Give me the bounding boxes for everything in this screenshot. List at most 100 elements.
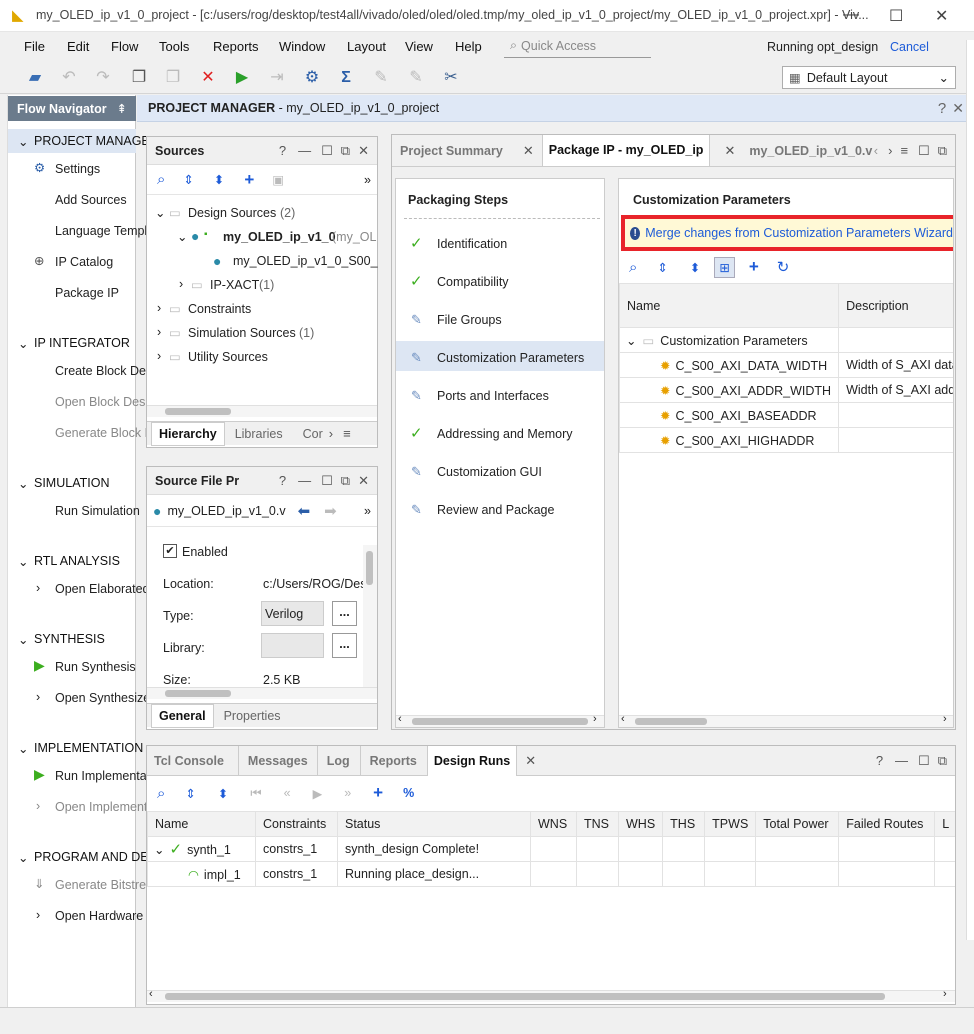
tree-simulation-sources[interactable]: Simulation Sources [188,326,296,340]
tab-log[interactable]: Log [327,754,350,768]
chevron-right-icon[interactable]: › [157,325,161,339]
play-icon[interactable]: ▶ [313,786,323,801]
add-icon[interactable]: + [244,170,254,190]
tab-properties[interactable]: Properties [224,709,281,723]
nav-collapse-icon[interactable]: ⌄ [18,134,28,149]
tab-package-ip[interactable]: Package IP - my_OLED_ip [541,135,711,166]
chevron-left-icon[interactable]: ‹ [149,988,153,1000]
percent-icon[interactable]: % [403,786,414,800]
help-icon[interactable]: ? [938,100,946,117]
add-icon[interactable]: + [373,783,383,803]
step-file-groups[interactable]: File Groups [437,313,502,327]
chevron-right-icon[interactable]: › [36,908,40,922]
step-addressing-and-memory[interactable]: Addressing and Memory [437,427,572,441]
sigma-icon[interactable]: Σ [336,68,356,88]
column-header-description[interactable]: Description [838,283,953,328]
scroll-thumb[interactable] [165,993,885,1000]
paste-icon[interactable]: ❐ [163,68,183,88]
tab-hierarchy[interactable]: Hierarchy [151,421,225,446]
table-row[interactable]: ✹ C_S00_AXI_DATA_WIDTH Width of S_AXI dat… [619,352,953,378]
copy-icon[interactable]: ❐ [129,68,149,88]
expand-icon[interactable]: ⌄ [626,334,636,348]
scroll-thumb[interactable] [165,690,231,697]
float-icon[interactable]: ⧉ [341,143,350,159]
tree-top-module[interactable]: my_OLED_ip_v1_0 [223,230,336,244]
close-icon[interactable]: ✕ [952,100,964,117]
nav-collapse-icon[interactable]: ⌄ [18,336,28,351]
tab-project-summary[interactable]: Project Summary [400,144,503,158]
scroll-thumb[interactable] [165,408,231,415]
search-icon[interactable]: ⌕ [157,785,165,802]
collapse-all-icon[interactable]: ⇕ [183,172,193,187]
tab-design-runs[interactable]: Design Runs [426,745,518,776]
column-header-name[interactable]: Name [619,283,840,328]
close-icon[interactable]: ✕ [935,6,948,26]
close-icon[interactable]: ✕ [358,143,369,159]
chevron-right-icon[interactable]: › [943,713,947,725]
tab-compile-order[interactable]: Cor [303,427,323,441]
nav-collapse-icon[interactable]: ⌄ [18,632,28,647]
minimize-icon[interactable]: — [298,143,311,158]
collapse-all-icon[interactable]: ⇕ [657,260,667,275]
step-icon[interactable]: ⇥ [267,68,287,88]
close-icon[interactable]: ✕ [525,753,536,769]
nav-section-synthesis[interactable]: SYNTHESIS [34,632,105,646]
nav-item-add-sources[interactable]: Add Sources [55,193,127,207]
chevron-right-icon[interactable]: › [36,799,40,813]
step-customization-parameters[interactable]: Customization Parameters [437,351,584,365]
table-row[interactable]: ⌄ ✓ synth_1 constrs_1 synth_design Complet… [147,836,955,862]
expand-icon[interactable]: ⌄ [155,205,165,220]
restore-icon[interactable]: ☐ [321,143,333,159]
nav-section-implementation[interactable]: IMPLEMENTATION [34,741,143,755]
collapse-icon[interactable]: ⇞ [117,101,127,116]
search-icon[interactable]: ⌕ [157,171,165,188]
type-field[interactable]: Verilog [261,601,324,626]
minimize-icon[interactable]: — [843,6,859,24]
tab-verilog-file[interactable]: my_OLED_ip_v1_0.v [749,144,872,158]
redo-icon[interactable]: ↷ [93,68,113,88]
chevron-left-icon[interactable]: ‹ [621,713,625,725]
step-identification[interactable]: Identification [437,237,507,251]
more-icon[interactable]: » [364,504,371,518]
column-header-whs[interactable]: WHS [617,811,664,837]
column-header-ths[interactable]: THS [662,811,706,837]
tree-utility-sources[interactable]: Utility Sources [188,350,268,364]
menu-layout[interactable]: Layout [347,39,386,54]
menu-flow[interactable]: Flow [111,39,138,54]
scroll-thumb[interactable] [366,551,373,585]
chevron-right-icon[interactable]: › [593,713,597,725]
chevron-right-icon[interactable]: › [36,581,40,595]
restore-icon[interactable]: ☐ [918,143,930,159]
maximize-icon[interactable]: ☐ [889,6,903,26]
library-more-button[interactable]: ... [332,633,357,658]
nav-item-run-simulation[interactable]: Run Simulation [55,504,140,518]
nav-collapse-icon[interactable]: ⌄ [18,476,28,491]
nav-item-ip-catalog[interactable]: IP Catalog [55,255,113,269]
refresh-icon[interactable]: ↻ [777,258,790,276]
cancel-link[interactable]: Cancel [890,40,929,54]
restore-icon[interactable]: ☐ [321,473,333,489]
step-customization-gui[interactable]: Customization GUI [437,465,542,479]
menu-window[interactable]: Window [279,39,325,54]
properties-icon[interactable]: ▣ [272,172,284,187]
expand-all-icon[interactable]: ⬍ [214,172,224,187]
more-icon[interactable]: » [364,173,371,187]
help-icon[interactable]: ? [876,753,883,768]
first-icon[interactable]: ⏮ [250,786,261,801]
help-icon[interactable]: ? [279,473,286,488]
restore-icon[interactable]: ☐ [918,753,930,769]
nav-section-rtl-analysis[interactable]: RTL ANALYSIS [34,554,120,568]
enabled-checkbox[interactable]: ✔ [163,544,177,558]
help-icon[interactable]: ? [279,143,286,158]
tree-design-sources[interactable]: Design Sources [188,206,276,220]
minimize-icon[interactable]: — [895,753,908,768]
nav-section-project-manager[interactable]: PROJECT MANAGER [34,134,159,148]
tab-libraries[interactable]: Libraries [235,427,283,441]
column-header-tpws[interactable]: TPWS [704,811,757,837]
tree-child-module[interactable]: my_OLED_ip_v1_0_S00_ [233,254,378,268]
menu-view[interactable]: View [405,39,433,54]
library-field[interactable] [261,633,324,658]
nav-section-ip-integrator[interactable]: IP INTEGRATOR [34,336,130,350]
menu-tools[interactable]: Tools [159,39,189,54]
quick-access-search[interactable]: ⌕ Quick Access [504,34,651,58]
